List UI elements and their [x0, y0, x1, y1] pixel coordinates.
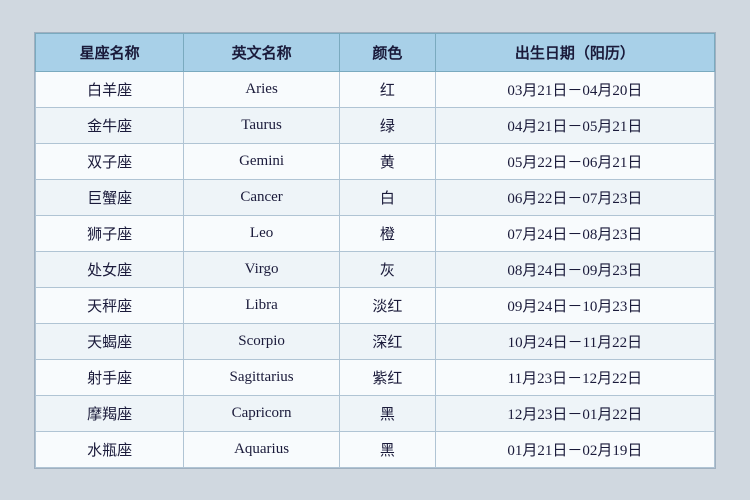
table-row: 射手座Sagittarius紫红11月23日－12月22日: [36, 359, 715, 395]
table-cell: 水瓶座: [36, 431, 184, 467]
table-cell: 01月21日－02月19日: [435, 431, 714, 467]
zodiac-table: 星座名称英文名称颜色出生日期（阳历） 白羊座Aries红03月21日－04月20…: [35, 33, 715, 468]
table-cell: 08月24日－09月23日: [435, 251, 714, 287]
table-cell: 12月23日－01月22日: [435, 395, 714, 431]
table-row: 狮子座Leo橙07月24日－08月23日: [36, 215, 715, 251]
table-header-row: 星座名称英文名称颜色出生日期（阳历）: [36, 33, 715, 71]
column-header: 英文名称: [184, 33, 340, 71]
table-cell: 灰: [339, 251, 435, 287]
table-cell: 深红: [339, 323, 435, 359]
column-header: 出生日期（阳历）: [435, 33, 714, 71]
table-cell: Capricorn: [184, 395, 340, 431]
table-row: 金牛座Taurus绿04月21日－05月21日: [36, 107, 715, 143]
table-row: 水瓶座Aquarius黑01月21日－02月19日: [36, 431, 715, 467]
table-row: 白羊座Aries红03月21日－04月20日: [36, 71, 715, 107]
table-row: 摩羯座Capricorn黑12月23日－01月22日: [36, 395, 715, 431]
table-cell: 巨蟹座: [36, 179, 184, 215]
table-cell: 06月22日－07月23日: [435, 179, 714, 215]
table-cell: Cancer: [184, 179, 340, 215]
table-cell: 摩羯座: [36, 395, 184, 431]
table-cell: 黄: [339, 143, 435, 179]
table-cell: 淡红: [339, 287, 435, 323]
table-cell: 红: [339, 71, 435, 107]
table-cell: 天蝎座: [36, 323, 184, 359]
table-cell: 白: [339, 179, 435, 215]
table-cell: Aries: [184, 71, 340, 107]
table-cell: 09月24日－10月23日: [435, 287, 714, 323]
column-header: 星座名称: [36, 33, 184, 71]
table-row: 天秤座Libra淡红09月24日－10月23日: [36, 287, 715, 323]
table-row: 巨蟹座Cancer白06月22日－07月23日: [36, 179, 715, 215]
table-cell: Aquarius: [184, 431, 340, 467]
table-cell: Gemini: [184, 143, 340, 179]
table-cell: 黑: [339, 431, 435, 467]
table-cell: 07月24日－08月23日: [435, 215, 714, 251]
table-cell: 射手座: [36, 359, 184, 395]
table-cell: 04月21日－05月21日: [435, 107, 714, 143]
table-cell: 橙: [339, 215, 435, 251]
table-cell: 白羊座: [36, 71, 184, 107]
table-cell: 狮子座: [36, 215, 184, 251]
table-cell: 绿: [339, 107, 435, 143]
table-cell: Libra: [184, 287, 340, 323]
table-cell: 紫红: [339, 359, 435, 395]
table-cell: 05月22日－06月21日: [435, 143, 714, 179]
table-cell: 处女座: [36, 251, 184, 287]
table-row: 天蝎座Scorpio深红10月24日－11月22日: [36, 323, 715, 359]
table-cell: 黑: [339, 395, 435, 431]
table-cell: 11月23日－12月22日: [435, 359, 714, 395]
table-cell: Virgo: [184, 251, 340, 287]
table-cell: 双子座: [36, 143, 184, 179]
column-header: 颜色: [339, 33, 435, 71]
table-cell: 03月21日－04月20日: [435, 71, 714, 107]
zodiac-table-container: 星座名称英文名称颜色出生日期（阳历） 白羊座Aries红03月21日－04月20…: [34, 32, 716, 469]
table-cell: Scorpio: [184, 323, 340, 359]
table-cell: 金牛座: [36, 107, 184, 143]
table-cell: Taurus: [184, 107, 340, 143]
table-cell: Leo: [184, 215, 340, 251]
table-row: 双子座Gemini黄05月22日－06月21日: [36, 143, 715, 179]
table-cell: Sagittarius: [184, 359, 340, 395]
table-row: 处女座Virgo灰08月24日－09月23日: [36, 251, 715, 287]
table-cell: 10月24日－11月22日: [435, 323, 714, 359]
table-cell: 天秤座: [36, 287, 184, 323]
